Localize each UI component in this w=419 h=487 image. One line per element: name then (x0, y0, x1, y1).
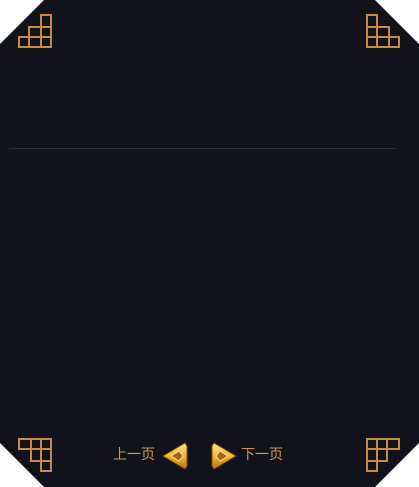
prev-page-link[interactable]: 上一页 (113, 446, 155, 464)
arrow-right-icon (211, 442, 237, 470)
lattice-corner-top-left-icon (17, 13, 53, 49)
section-divider (9, 148, 395, 149)
pagination: 上一页 下一页 (0, 440, 419, 472)
dialog-panel: 上一页 下一页 (0, 0, 419, 487)
next-page-link[interactable]: 下一页 (241, 446, 283, 464)
arrow-left-icon (162, 442, 188, 470)
lattice-corner-top-right-icon (365, 13, 401, 49)
next-page-button[interactable] (210, 441, 238, 471)
prev-page-button[interactable] (161, 441, 189, 471)
